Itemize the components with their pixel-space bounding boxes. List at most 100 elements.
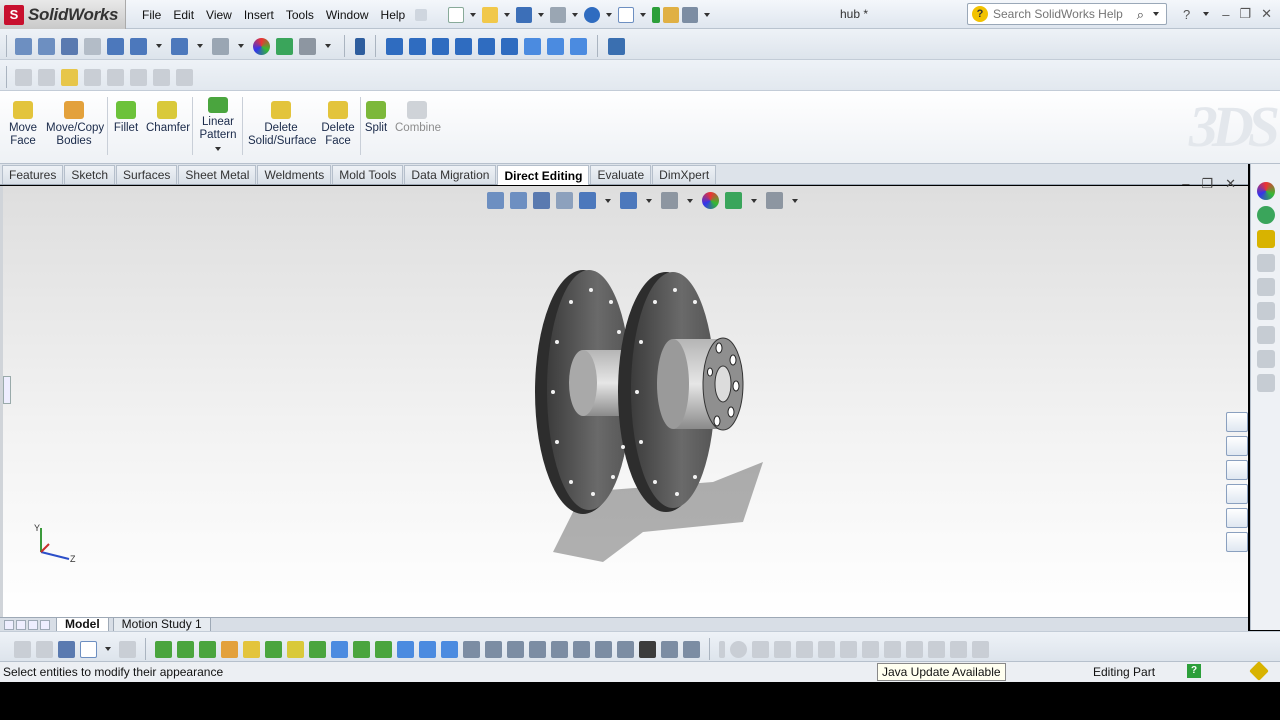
print-icon[interactable] [550,6,566,23]
feature-manager-expand-handle[interactable] [3,376,11,404]
new-document-icon[interactable] [448,6,464,23]
restore-icon[interactable]: ❐ [1201,176,1213,192]
combine-icon[interactable] [639,640,656,658]
help-menu-icon[interactable]: ? [1183,7,1190,22]
delete-solid-surface-button[interactable]: Delete Solid/Surface [248,101,316,148]
close-icon[interactable]: ✕ [1225,176,1236,192]
sketch-picture-icon[interactable] [61,68,78,86]
hole-icon[interactable] [287,640,304,658]
shell-icon[interactable] [419,640,436,658]
save-icon[interactable] [516,6,532,23]
hide-show-items-icon[interactable] [171,37,188,55]
instant3d-icon[interactable] [507,640,524,658]
view-settings-icon[interactable] [766,192,783,209]
tab-data-migration[interactable]: Data Migration [404,165,497,184]
display-style-icon[interactable] [620,192,637,209]
first-tab-icon[interactable] [4,619,14,630]
chevron-down-icon[interactable] [606,12,612,17]
mirror-icon[interactable] [353,640,370,658]
cut-icon[interactable] [265,640,282,658]
back-view-icon[interactable] [409,37,426,55]
chevron-down-icon[interactable] [646,198,652,203]
file-properties-icon[interactable] [663,6,679,23]
appearance-icon[interactable] [702,192,719,209]
tab-sketch[interactable]: Sketch [64,165,116,184]
revolve-icon[interactable] [177,640,194,658]
top-view-icon[interactable] [478,37,495,55]
chevron-down-icon[interactable] [325,44,331,48]
solidworks-resources-tab[interactable] [1226,412,1248,432]
menu-tools[interactable]: Tools [280,8,320,22]
zoom-to-fit-icon[interactable] [15,37,32,55]
edit-appearance-icon[interactable] [212,37,229,55]
previous-view-icon[interactable] [533,192,550,209]
section-view-icon[interactable] [556,192,573,209]
delete-face-button[interactable]: Delete Face [320,101,356,148]
quick-tips-icon[interactable]: ? [1187,664,1201,678]
minimize-icon[interactable]: – [1182,176,1189,192]
dimension-icon[interactable] [683,640,700,658]
chevron-down-icon[interactable] [215,147,221,151]
select-arrow-icon[interactable] [80,640,97,658]
scene-icon[interactable] [725,192,742,209]
hub-3d-model[interactable] [523,262,773,562]
menu-insert[interactable]: Insert [238,8,280,22]
chevron-down-icon[interactable] [605,198,611,203]
rebuild-icon[interactable] [652,6,660,23]
appearance-icon[interactable] [253,37,270,55]
linear-pattern-button[interactable]: Linear Pattern [198,97,238,155]
chevron-down-icon[interactable] [572,12,578,17]
menu-edit[interactable]: Edit [167,8,200,22]
move-face-button[interactable]: Move Face [8,101,38,148]
chevron-down-icon[interactable] [1153,12,1159,16]
sweep-icon[interactable] [199,640,216,658]
chevron-down-icon[interactable] [687,198,693,203]
chevron-down-icon[interactable] [538,12,544,17]
front-view-icon[interactable] [386,37,403,55]
tab-weldments[interactable]: Weldments [257,165,332,184]
rib-icon[interactable] [375,640,392,658]
split-button[interactable]: Split [364,101,388,135]
previous-tab-icon[interactable] [16,619,26,630]
right-view-icon[interactable] [455,37,472,55]
undo-icon[interactable] [584,6,600,23]
boundary-icon[interactable] [243,640,260,658]
tab-model[interactable]: Model [56,617,109,632]
select-arrow-icon[interactable] [618,6,634,23]
zoom-to-fit-icon[interactable] [487,192,504,209]
tab-dimxpert[interactable]: DimXpert [652,165,717,184]
next-tab-icon[interactable] [28,619,38,630]
isometric-view-icon[interactable] [524,37,541,55]
split-line-icon[interactable] [573,640,590,658]
appearance-icon[interactable] [1256,182,1275,200]
chevron-down-icon[interactable] [238,44,244,48]
app-logo[interactable]: S SolidWorks [0,0,126,29]
close-icon[interactable]: ✕ [1261,6,1272,22]
section-view-icon[interactable] [84,37,101,55]
appearances-tab[interactable] [1226,508,1248,528]
reference-geometry-icon[interactable] [463,640,480,658]
curves-icon[interactable] [485,640,502,658]
view-palette-tab[interactable] [1226,484,1248,504]
chevron-down-icon[interactable] [792,198,798,203]
open-folder-icon[interactable] [482,6,498,23]
left-view-icon[interactable] [432,37,449,55]
pin-icon[interactable] [415,8,428,21]
draft-icon[interactable] [397,640,414,658]
menu-file[interactable]: File [136,8,167,22]
display-style-icon[interactable] [130,37,147,55]
restore-icon[interactable]: ❐ [1239,6,1251,22]
chevron-down-icon[interactable] [470,12,476,17]
link-views-icon[interactable] [608,37,625,55]
view-orientation-icon[interactable] [107,37,124,55]
normal-to-icon[interactable] [355,37,365,55]
chevron-down-icon[interactable] [1203,12,1210,16]
tag-icon[interactable] [1249,661,1269,681]
menu-view[interactable]: View [200,8,238,22]
fillet-button[interactable]: Fillet [112,101,140,135]
chamfer-button[interactable]: Chamfer [146,101,190,135]
dimetric-view-icon[interactable] [570,37,587,55]
options-icon[interactable] [682,6,698,23]
tab-surfaces[interactable]: Surfaces [116,165,178,184]
chevron-down-icon[interactable] [751,198,757,203]
